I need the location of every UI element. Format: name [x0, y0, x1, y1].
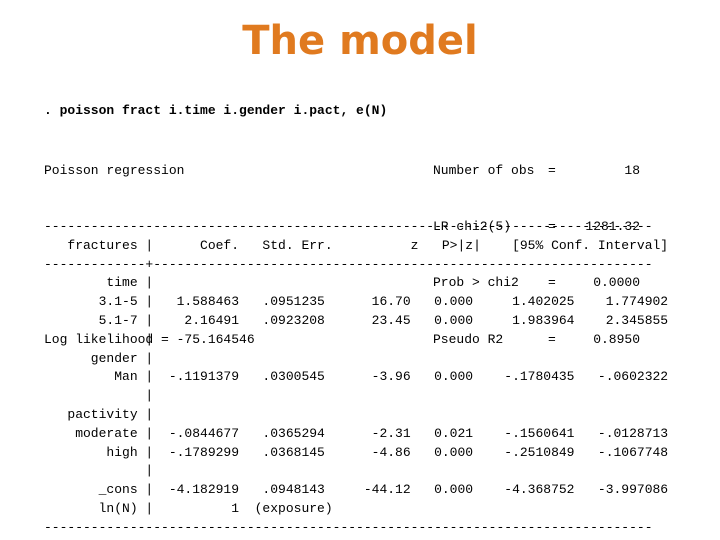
table-row: high | -.1789299 .0368145 -4.86 0.000 -.…	[44, 444, 669, 460]
table-rule-bottom: ----------------------------------------…	[44, 519, 653, 535]
coefficient-table: ----------------------------------------…	[44, 218, 668, 538]
table-rule-top: ----------------------------------------…	[44, 219, 653, 234]
table-row: 5.1-7 | 2.16491 .0923208 23.45 0.000 1.9…	[44, 312, 669, 328]
slide-title: The model	[242, 18, 478, 64]
model-name: Poisson regression	[44, 162, 185, 178]
stata-command: . poisson fract i.time i.gender i.pact, …	[44, 103, 388, 118]
table-spacer-row: |	[44, 388, 154, 404]
table-spacer-row: |	[44, 463, 154, 479]
table-group-row: time |	[44, 275, 154, 291]
table-header-row: fractures | Coef. Std. Err. z P>|z| [95%…	[44, 237, 669, 253]
table-group-row: gender |	[44, 350, 154, 366]
table-rule-mid: -------------+--------------------------…	[44, 256, 653, 272]
table-spacer-row: |	[44, 331, 154, 347]
table-row: moderate | -.0844677 .0365294 -2.31 0.02…	[44, 425, 669, 441]
stat-value: 18	[624, 162, 640, 178]
table-row: ln(N) | 1 (exposure)	[44, 500, 333, 516]
table-row: _cons | -4.182919 .0948143 -44.12 0.000 …	[44, 482, 669, 498]
stat-label: Number of obs	[433, 162, 535, 178]
table-group-row: pactivity |	[44, 406, 154, 422]
stat-eq: =	[548, 162, 556, 178]
table-row: Man | -.1191379 .0300545 -3.96 0.000 -.1…	[44, 369, 669, 385]
table-row: 3.1-5 | 1.588463 .0951235 16.70 0.000 1.…	[44, 294, 669, 310]
